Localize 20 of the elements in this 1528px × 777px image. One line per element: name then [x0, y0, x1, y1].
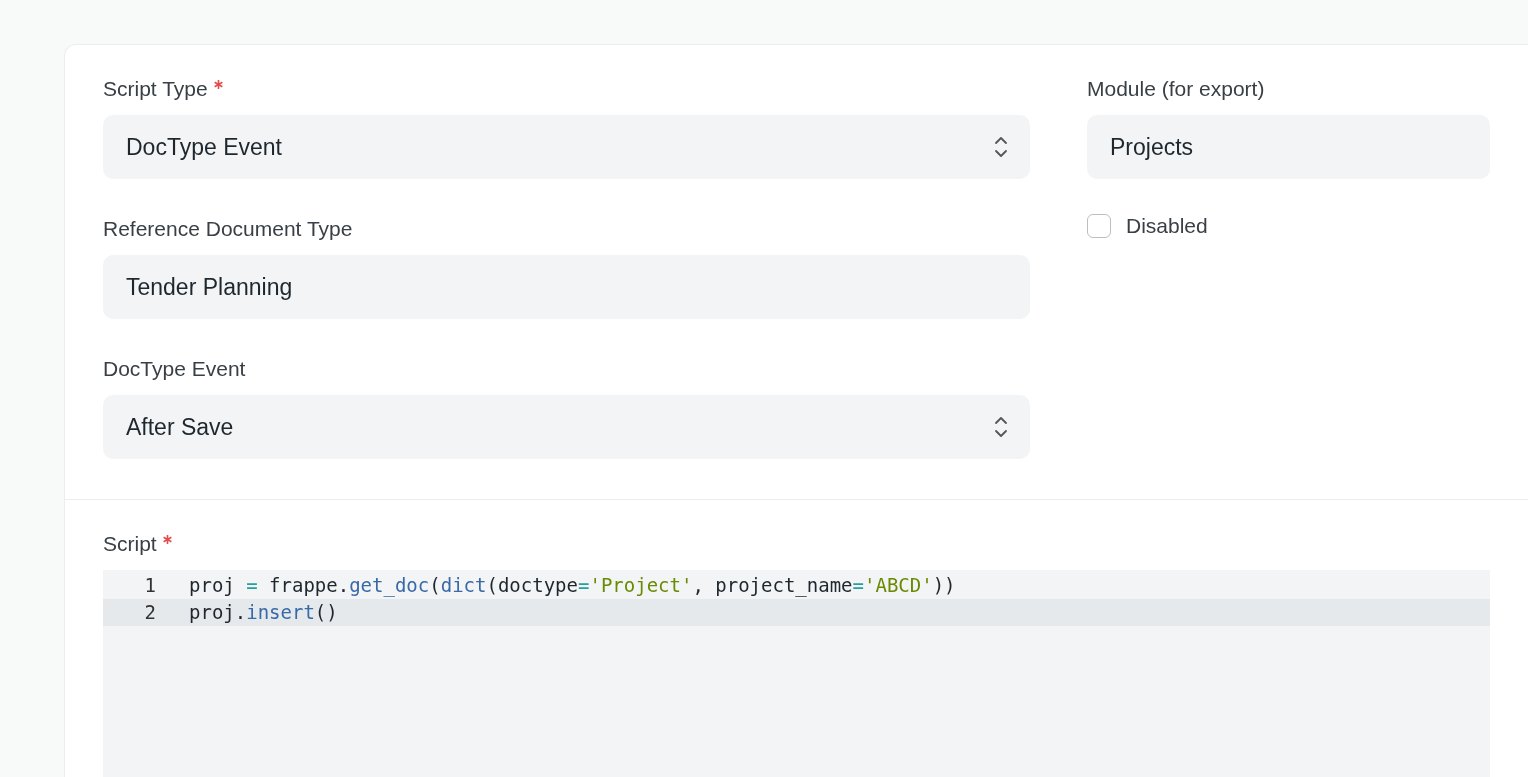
line-number: 1: [143, 573, 156, 598]
required-mark-icon: [213, 80, 223, 89]
field-label: DocType Event: [103, 356, 246, 382]
input-field[interactable]: Tender Planning: [103, 255, 1030, 319]
field-label: Script Type: [103, 76, 208, 102]
chevron-updown-icon: [994, 415, 1008, 439]
code-line: proj.insert(): [189, 600, 338, 625]
code-editor[interactable]: 1 proj = frappe.get_doc(dict(doctype='Project', project_name='ABCD')) 2 proj.insert(): [103, 570, 1490, 777]
chevron-updown-icon: [994, 135, 1008, 159]
checkbox[interactable]: [1087, 214, 1111, 238]
code-line: proj = frappe.get_doc(dict(doctype='Project', project_name='ABCD')): [189, 573, 956, 599]
field-label: Module (for export): [1087, 76, 1265, 102]
required-mark-icon: [162, 535, 172, 544]
input-field[interactable]: Projects: [1087, 115, 1490, 179]
field-label: Reference Document Type: [103, 216, 353, 242]
line-number: 2: [143, 600, 156, 625]
checkbox-label: Disabled: [1126, 214, 1208, 238]
field-label: Script: [103, 531, 157, 557]
select-field[interactable]: DocType Event: [103, 115, 1030, 179]
select-field[interactable]: After Save: [103, 395, 1030, 459]
